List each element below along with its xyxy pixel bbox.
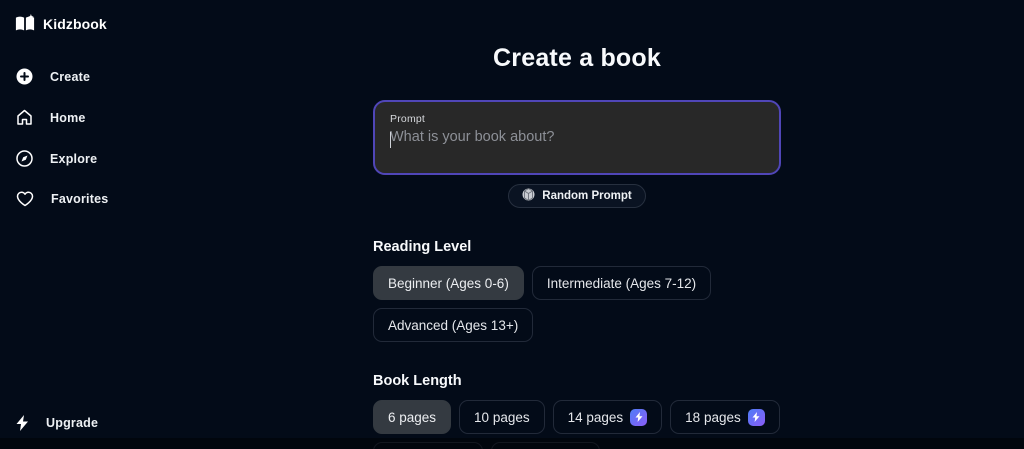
book-length-option-10[interactable]: 10 pages [459,400,545,434]
sidebar-item-label: Create [50,69,91,84]
sidebar-item-label: Home [50,110,86,125]
book-length-option-14[interactable]: 14 pages [552,400,663,434]
random-prompt-label: Random Prompt [542,190,632,202]
book-length-label: 18 pages [685,409,741,425]
book-length-option-18[interactable]: 18 pages [670,400,780,434]
compass-icon [16,150,33,167]
app-logo[interactable]: Kidzbook [14,14,130,34]
reading-level-option-beginner[interactable]: Beginner (Ages 0-6) [373,266,524,300]
sidebar-item-create[interactable]: Create [16,68,130,85]
page-title: Create a book [493,44,661,72]
reading-level-heading: Reading Level [373,239,472,255]
premium-bolt-badge [630,408,648,426]
book-length-heading: Book Length [373,373,462,389]
sidebar-item-label: Explore [50,151,98,166]
prompt-field-label: Prompt [390,113,426,125]
sidebar-item-explore[interactable]: Explore [16,150,130,167]
prompt-input[interactable] [390,129,764,167]
reading-level-option-intermediate[interactable]: Intermediate (Ages 7-12) [531,266,712,300]
sidebar-item-label: Upgrade [46,416,99,430]
book-length-options: 6 pages 10 pages 14 pages 18 pages 24 pa… [373,400,781,449]
heart-icon [16,191,34,207]
text-caret [390,132,391,148]
home-icon [16,109,33,126]
book-length-label: 10 pages [474,409,530,425]
sidebar-item-favorites[interactable]: Favorites [16,191,130,207]
reading-level-option-advanced[interactable]: Advanced (Ages 13+) [373,308,534,342]
book-sparkle-icon [14,14,36,34]
sidebar-item-home[interactable]: Home [16,109,130,126]
plus-circle-icon [16,68,33,85]
dice-icon [522,187,535,204]
random-prompt-button[interactable]: Random Prompt [508,184,646,208]
main-content: Create a book Prompt Random Prompt Readi… [130,0,1024,449]
bolt-icon [16,415,29,431]
book-length-option-24[interactable]: 24 pages [373,442,483,449]
book-length-label: 14 pages [567,409,624,425]
premium-bolt-badge [747,408,765,426]
prompt-field-container[interactable]: Prompt [373,100,781,175]
sidebar-nav: Create Home Explore Favorites [16,68,130,207]
book-length-option-6[interactable]: 6 pages [373,400,452,434]
sidebar-item-label: Favorites [51,192,109,206]
book-length-option-26[interactable]: 26 pages [490,442,601,449]
book-length-label: 6 pages [388,409,437,425]
app-name: Kidzbook [43,16,107,32]
sidebar-item-upgrade[interactable]: Upgrade [16,415,98,431]
reading-level-options: Beginner (Ages 0-6) Intermediate (Ages 7… [373,266,781,342]
sidebar: Kidzbook Create Home Explore Favorites U… [0,0,130,449]
